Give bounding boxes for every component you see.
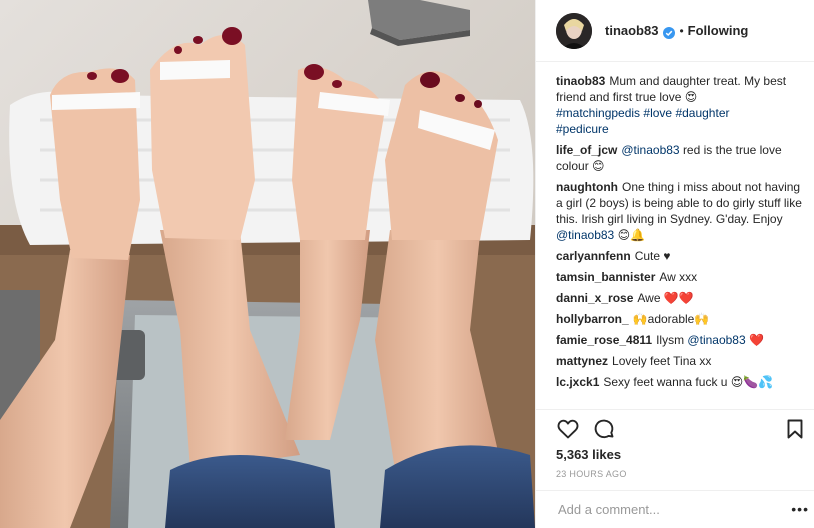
comment-text: Lovely feet Tina xx bbox=[612, 354, 712, 368]
comment-mention[interactable]: @tinaob83 bbox=[621, 143, 679, 157]
comment-item: life_of_jcw @tinaob83 red is the true lov… bbox=[556, 142, 806, 174]
like-button[interactable] bbox=[556, 417, 580, 441]
post-side-panel: tinaob83 • Following tinaob83 Mum and dau… bbox=[535, 0, 814, 528]
heart-eyes-emoji: 😍 bbox=[684, 90, 698, 104]
comments-list[interactable]: tinaob83 Mum and daughter treat. My best … bbox=[556, 73, 806, 409]
comment-username[interactable]: tamsin_bannister bbox=[556, 270, 655, 284]
comment-username[interactable]: lc.jxck1 bbox=[556, 375, 599, 389]
post-timestamp[interactable]: 23 HOURS AGO bbox=[556, 469, 627, 479]
red-hearts-emoji: ❤️❤️ bbox=[663, 291, 694, 305]
caption: tinaob83 Mum and daughter treat. My best … bbox=[556, 73, 806, 137]
save-button[interactable] bbox=[783, 417, 807, 441]
comment-button[interactable] bbox=[592, 417, 616, 441]
comment-mention[interactable]: @tinaob83 bbox=[556, 228, 614, 242]
comment-text: Ilysm bbox=[656, 333, 685, 347]
comment-username[interactable]: carlyannfenn bbox=[556, 249, 631, 263]
raised-hands-emoji: 🙌 bbox=[694, 312, 710, 326]
comment-emoji: 😊 bbox=[592, 159, 605, 173]
comment-emoji: 😍🍆💦 bbox=[730, 375, 774, 389]
comment-item: famie_rose_4811 Ilysm @tinaob83 ❤️ bbox=[556, 332, 806, 348]
hashtag-matchingpedis[interactable]: #matchingpedis bbox=[556, 106, 640, 120]
raised-hands-emoji: 🙌 bbox=[632, 312, 648, 326]
comment-username[interactable]: mattynez bbox=[556, 354, 608, 368]
speech-bubble-icon bbox=[594, 419, 614, 439]
comment-item: tamsin_bannister Aw xxx bbox=[556, 269, 806, 285]
more-options-icon[interactable]: ••• bbox=[791, 501, 809, 517]
comment-text: Awe bbox=[637, 291, 661, 305]
comment-text: adorable bbox=[647, 312, 695, 326]
post-actions-bar bbox=[536, 409, 814, 445]
avatar-image bbox=[556, 12, 592, 49]
add-comment-section: ••• bbox=[536, 490, 814, 528]
username-link[interactable]: tinaob83 bbox=[605, 23, 658, 38]
comment-text: Aw xxx bbox=[659, 270, 698, 284]
bookmark-icon bbox=[787, 419, 803, 439]
separator-dot: • bbox=[679, 23, 684, 38]
avatar[interactable] bbox=[556, 12, 592, 49]
comment-emoji: 😊🔔 bbox=[617, 228, 646, 242]
comment-username[interactable]: hollybarron_ bbox=[556, 312, 629, 326]
following-button[interactable]: Following bbox=[688, 23, 749, 38]
comment-item: mattynez Lovely feet Tina xx bbox=[556, 353, 806, 369]
comment-username[interactable]: danni_x_rose bbox=[556, 291, 633, 305]
comment-username[interactable]: life_of_jcw bbox=[556, 143, 617, 157]
black-heart-emoji: ♥ bbox=[663, 249, 671, 263]
caption-username[interactable]: tinaob83 bbox=[556, 74, 605, 88]
comment-text: Cute bbox=[634, 249, 661, 263]
comment-item: hollybarron_ 🙌adorable🙌 bbox=[556, 311, 806, 327]
comment-mention[interactable]: @tinaob83 bbox=[687, 333, 745, 347]
comment-item: carlyannfenn Cute ♥ bbox=[556, 248, 806, 264]
likes-count[interactable]: 5,363 likes bbox=[556, 447, 621, 462]
comment-text: Sexy feet wanna fuck u bbox=[603, 375, 728, 389]
hashtag-love[interactable]: #love bbox=[643, 106, 672, 120]
comment-item: naughtonh One thing i miss about not havi… bbox=[556, 179, 806, 243]
pedicure-photo bbox=[0, 0, 535, 528]
comment-item: lc.jxck1 Sexy feet wanna fuck u 😍🍆💦 bbox=[556, 374, 806, 390]
truncated-comment-line bbox=[556, 403, 796, 408]
hashtag-pedicure[interactable]: #pedicure bbox=[556, 122, 609, 136]
post-photo[interactable] bbox=[0, 0, 535, 528]
heart-outline-icon bbox=[557, 419, 579, 439]
add-comment-input[interactable] bbox=[556, 501, 770, 518]
comment-item: danni_x_rose Awe ❤️❤️ bbox=[556, 290, 806, 306]
hashtag-daughter[interactable]: #daughter bbox=[675, 106, 729, 120]
comment-username[interactable]: famie_rose_4811 bbox=[556, 333, 652, 347]
post-header: tinaob83 • Following bbox=[536, 0, 814, 62]
verified-badge-icon bbox=[663, 26, 676, 39]
instagram-post: tinaob83 • Following tinaob83 Mum and dau… bbox=[0, 0, 814, 528]
comment-username[interactable]: naughtonh bbox=[556, 180, 618, 194]
red-heart-emoji: ❤️ bbox=[749, 333, 764, 347]
